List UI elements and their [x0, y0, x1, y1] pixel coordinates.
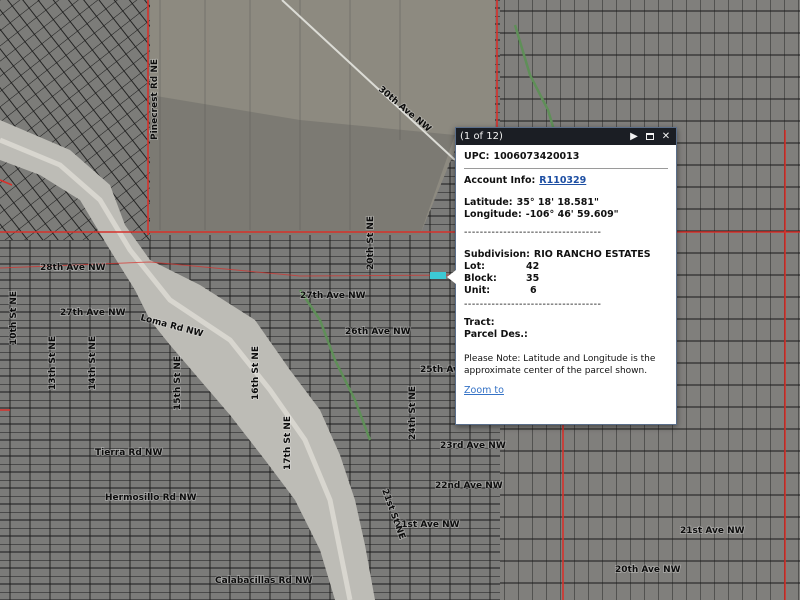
upc-value: 1006073420013: [493, 151, 580, 162]
road-label-27th: 27th Ave NW: [60, 308, 126, 318]
road-label-21st: 21st Ave NW: [395, 520, 460, 530]
lot-label: Lot:: [464, 261, 485, 272]
map-view[interactable]: Pinecrest Rd NE 30th Ave NW 28th Ave NW …: [0, 0, 800, 600]
subdivision-label: Subdivision:: [464, 249, 530, 260]
subdivision-value: RIO RANCHO ESTATES: [533, 249, 651, 260]
latitude-value: 35° 18' 18.581": [516, 197, 599, 208]
road-label-calabacillas: Calabacillas Rd NW: [215, 576, 313, 586]
block-row: Block: 35: [464, 273, 668, 285]
road-label-27th-b: 27th Ave NW: [300, 291, 366, 301]
road-label-20th: 20th Ave NW: [615, 565, 681, 575]
account-row: Account Info: R110329: [464, 175, 668, 187]
lot-row: Lot: 42: [464, 261, 668, 273]
block-value: 35: [526, 273, 540, 284]
disclaimer-note: Please Note: Latitude and Longitude is t…: [464, 354, 656, 376]
road-label-10th: 10th St NE: [9, 291, 19, 345]
close-icon[interactable]: ✕: [660, 131, 672, 143]
unit-row: Unit: 6: [464, 285, 668, 297]
road-label-15th: 15th St NE: [173, 356, 183, 410]
parcel-grid-west: [0, 0, 150, 240]
longitude-label: Longitude:: [464, 209, 522, 220]
account-link[interactable]: R110329: [539, 175, 586, 187]
latitude-row: Latitude: 35° 18' 18.581": [464, 197, 668, 209]
road-label-22nd: 22nd Ave NW: [435, 481, 503, 491]
upc-label: UPC:: [464, 151, 490, 162]
longitude-row: Longitude: -106° 46' 59.609": [464, 209, 668, 221]
road-label-13th: 13th St NE: [48, 336, 58, 390]
latitude-label: Latitude:: [464, 197, 513, 208]
road-label-pinecrest: Pinecrest Rd NE: [150, 59, 160, 140]
popup-header: (1 of 12) ▶ ✕: [456, 128, 676, 145]
popup-pointer: [447, 270, 456, 284]
selected-parcel[interactable]: [430, 272, 446, 279]
subdivision-row: Subdivision: RIO RANCHO ESTATES: [464, 249, 668, 261]
road-label-hermosillo: Hermosillo Rd NW: [105, 493, 197, 503]
road-label-17th: 17th St NE: [283, 416, 293, 470]
road-label-23rd: 23rd Ave NW: [440, 441, 506, 451]
popup-result-count: (1 of 12): [460, 131, 503, 142]
unit-label: Unit:: [464, 285, 491, 296]
unit-value: 6: [530, 285, 537, 296]
tract-label: Tract:: [464, 317, 495, 328]
maximize-icon[interactable]: [644, 131, 656, 143]
next-result-icon[interactable]: ▶: [628, 131, 640, 143]
road-label-14th: 14th St NE: [88, 336, 98, 390]
parcel-info-popup[interactable]: (1 of 12) ▶ ✕ UPC: 1006073420013 Account…: [447, 127, 677, 425]
lot-value: 42: [526, 261, 540, 272]
road-label-21st-b: 21st Ave NW: [680, 526, 745, 536]
road-label-28th: 28th Ave NW: [40, 263, 106, 273]
longitude-value: -106° 46' 59.609": [525, 209, 619, 220]
road-label-26th: 26th Ave NW: [345, 327, 411, 337]
upc-row: UPC: 1006073420013: [464, 151, 668, 163]
parcel-des-label: Parcel Des.:: [464, 329, 528, 340]
popup-body: UPC: 1006073420013 Account Info: R110329…: [456, 145, 676, 397]
dashed-divider: -----------------------------------: [464, 227, 602, 238]
tract-row: Tract:: [464, 317, 668, 329]
road-label-tierra: Tierra Rd NW: [95, 448, 162, 458]
divider-rule: [464, 168, 668, 169]
account-label: Account Info:: [464, 175, 536, 186]
zoom-to-link[interactable]: Zoom to: [464, 385, 668, 397]
road-label-24th: 24th St NE: [408, 386, 418, 440]
parcel-row: Parcel Des.:: [464, 329, 668, 341]
block-label: Block:: [464, 273, 497, 284]
road-label-16th: 16th St NE: [251, 346, 261, 400]
dashed-divider-2: -----------------------------------: [464, 299, 602, 310]
road-label-20th-st: 20th St NE: [366, 216, 376, 270]
